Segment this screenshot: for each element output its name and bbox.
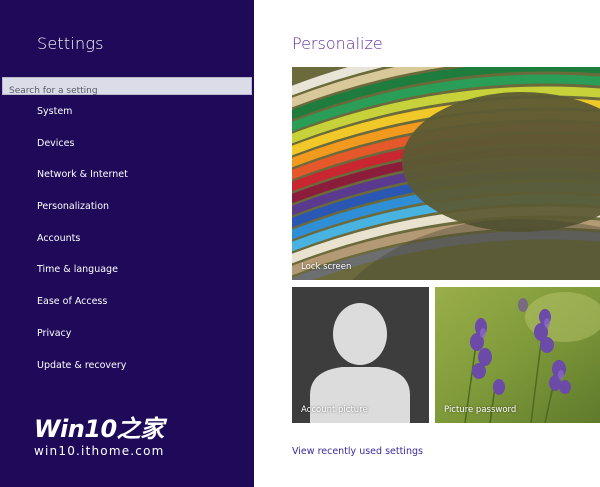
sidebar-title: Settings (37, 34, 104, 53)
nav-item-network-internet[interactable]: Network & Internet (0, 163, 254, 195)
picture-password-tile[interactable]: Picture password (435, 287, 600, 423)
nav-item-accounts[interactable]: Accounts (0, 227, 254, 259)
nav-item-system[interactable]: System (0, 100, 254, 132)
search-input[interactable] (3, 83, 251, 99)
picture-password-label: Picture password (444, 405, 517, 415)
nav-item-privacy[interactable]: Privacy (0, 322, 254, 354)
account-picture-tile[interactable]: Account picture (292, 287, 429, 423)
nav-item-ease-of-access[interactable]: Ease of Access (0, 290, 254, 322)
recent-settings-link[interactable]: View recently used settings (292, 446, 423, 457)
watermark-logo: Win10之家 (34, 415, 164, 443)
nav-item-personalization[interactable]: Personalization (0, 195, 254, 227)
search-box[interactable] (2, 77, 252, 99)
settings-sidebar: Settings System Devices Network & Intern… (0, 0, 254, 487)
lock-screen-tile[interactable]: Lock screen (292, 67, 600, 280)
nav-item-update-recovery[interactable]: Update & recovery (0, 354, 254, 386)
settings-nav: System Devices Network & Internet Person… (0, 100, 254, 385)
user-silhouette-icon (292, 287, 429, 423)
lock-screen-label: Lock screen (301, 262, 352, 272)
site-watermark: Win10之家 win10.ithome.com (34, 417, 165, 458)
account-picture-label: Account picture (301, 405, 368, 415)
nav-item-devices[interactable]: Devices (0, 132, 254, 164)
picture-password-image (435, 287, 600, 423)
lock-screen-image (292, 67, 600, 280)
watermark-url: win10.ithome.com (34, 444, 165, 458)
nav-item-time-language[interactable]: Time & language (0, 258, 254, 290)
page-title: Personalize (292, 34, 383, 53)
